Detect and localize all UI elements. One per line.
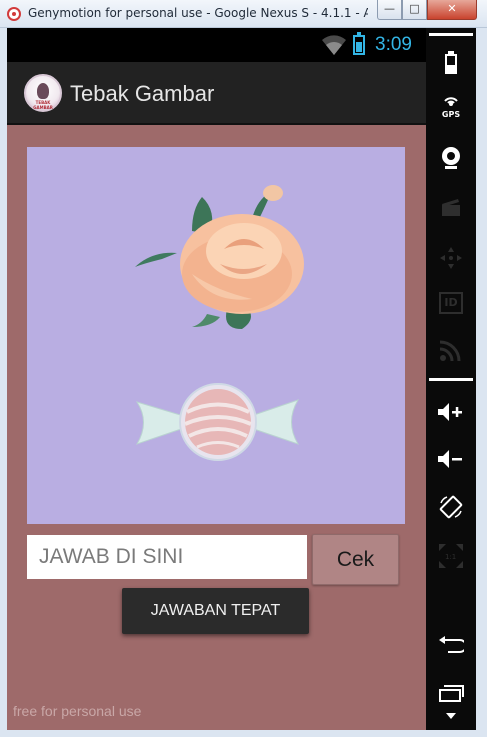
watermark-text: free for personal use	[13, 703, 142, 719]
volume-up-icon[interactable]	[426, 392, 476, 432]
scale-icon: 1:1	[426, 536, 476, 576]
candy-image	[135, 383, 300, 461]
rose-image	[135, 185, 304, 329]
genymotion-toolbar: GPS ID 1:1	[426, 28, 476, 730]
minimize-button[interactable]: —	[377, 0, 402, 20]
app-logo[interactable]: TEBAK GAMBAR	[24, 74, 62, 112]
app-title: Tebak Gambar	[70, 81, 215, 106]
window-frame-left	[0, 28, 7, 737]
battery-icon[interactable]	[426, 43, 476, 83]
camera-icon[interactable]	[426, 138, 476, 178]
action-bar: TEBAK GAMBAR Tebak Gambar	[7, 62, 426, 125]
genymotion-app-icon	[7, 7, 21, 21]
check-button[interactable]: Cek	[312, 534, 399, 585]
id-label: ID	[439, 292, 463, 314]
device-screen: 3:09 TEBAK GAMBAR Tebak Gambar JAWAB DI …	[7, 28, 426, 730]
wifi-icon	[322, 35, 346, 55]
window-frame-right	[476, 28, 487, 737]
logo-text: TEBAK GAMBAR	[33, 100, 53, 110]
volume-down-icon[interactable]	[426, 439, 476, 479]
close-button[interactable]: ✕	[427, 0, 477, 20]
scroll-down-icon[interactable]	[426, 706, 476, 726]
toolbar-separator	[429, 378, 473, 381]
puzzle-picture	[27, 147, 405, 524]
svg-text:1:1: 1:1	[445, 553, 456, 561]
gps-label: GPS	[441, 110, 461, 119]
id-icon: ID	[426, 283, 476, 323]
maximize-button[interactable]: □	[402, 0, 427, 20]
battery-status-icon	[353, 32, 365, 55]
window-titlebar: Genymotion for personal use - Google Nex…	[0, 0, 487, 28]
status-time: 3:09	[375, 34, 412, 55]
answer-input[interactable]	[27, 535, 307, 579]
logo-figure-icon	[37, 83, 49, 99]
status-bar: 3:09	[7, 28, 426, 62]
window-frame-bottom	[0, 730, 487, 737]
clapper-icon	[426, 188, 476, 228]
back-icon[interactable]	[426, 625, 476, 665]
rotate-icon[interactable]	[426, 487, 476, 527]
correct-answer-button[interactable]: JAWABAN TEPAT	[122, 588, 309, 634]
cast-icon	[426, 330, 476, 370]
toolbar-separator	[429, 33, 473, 36]
gps-icon[interactable]	[426, 86, 476, 126]
dpad-icon	[426, 238, 476, 278]
window-title: Genymotion for personal use - Google Nex…	[28, 6, 368, 20]
